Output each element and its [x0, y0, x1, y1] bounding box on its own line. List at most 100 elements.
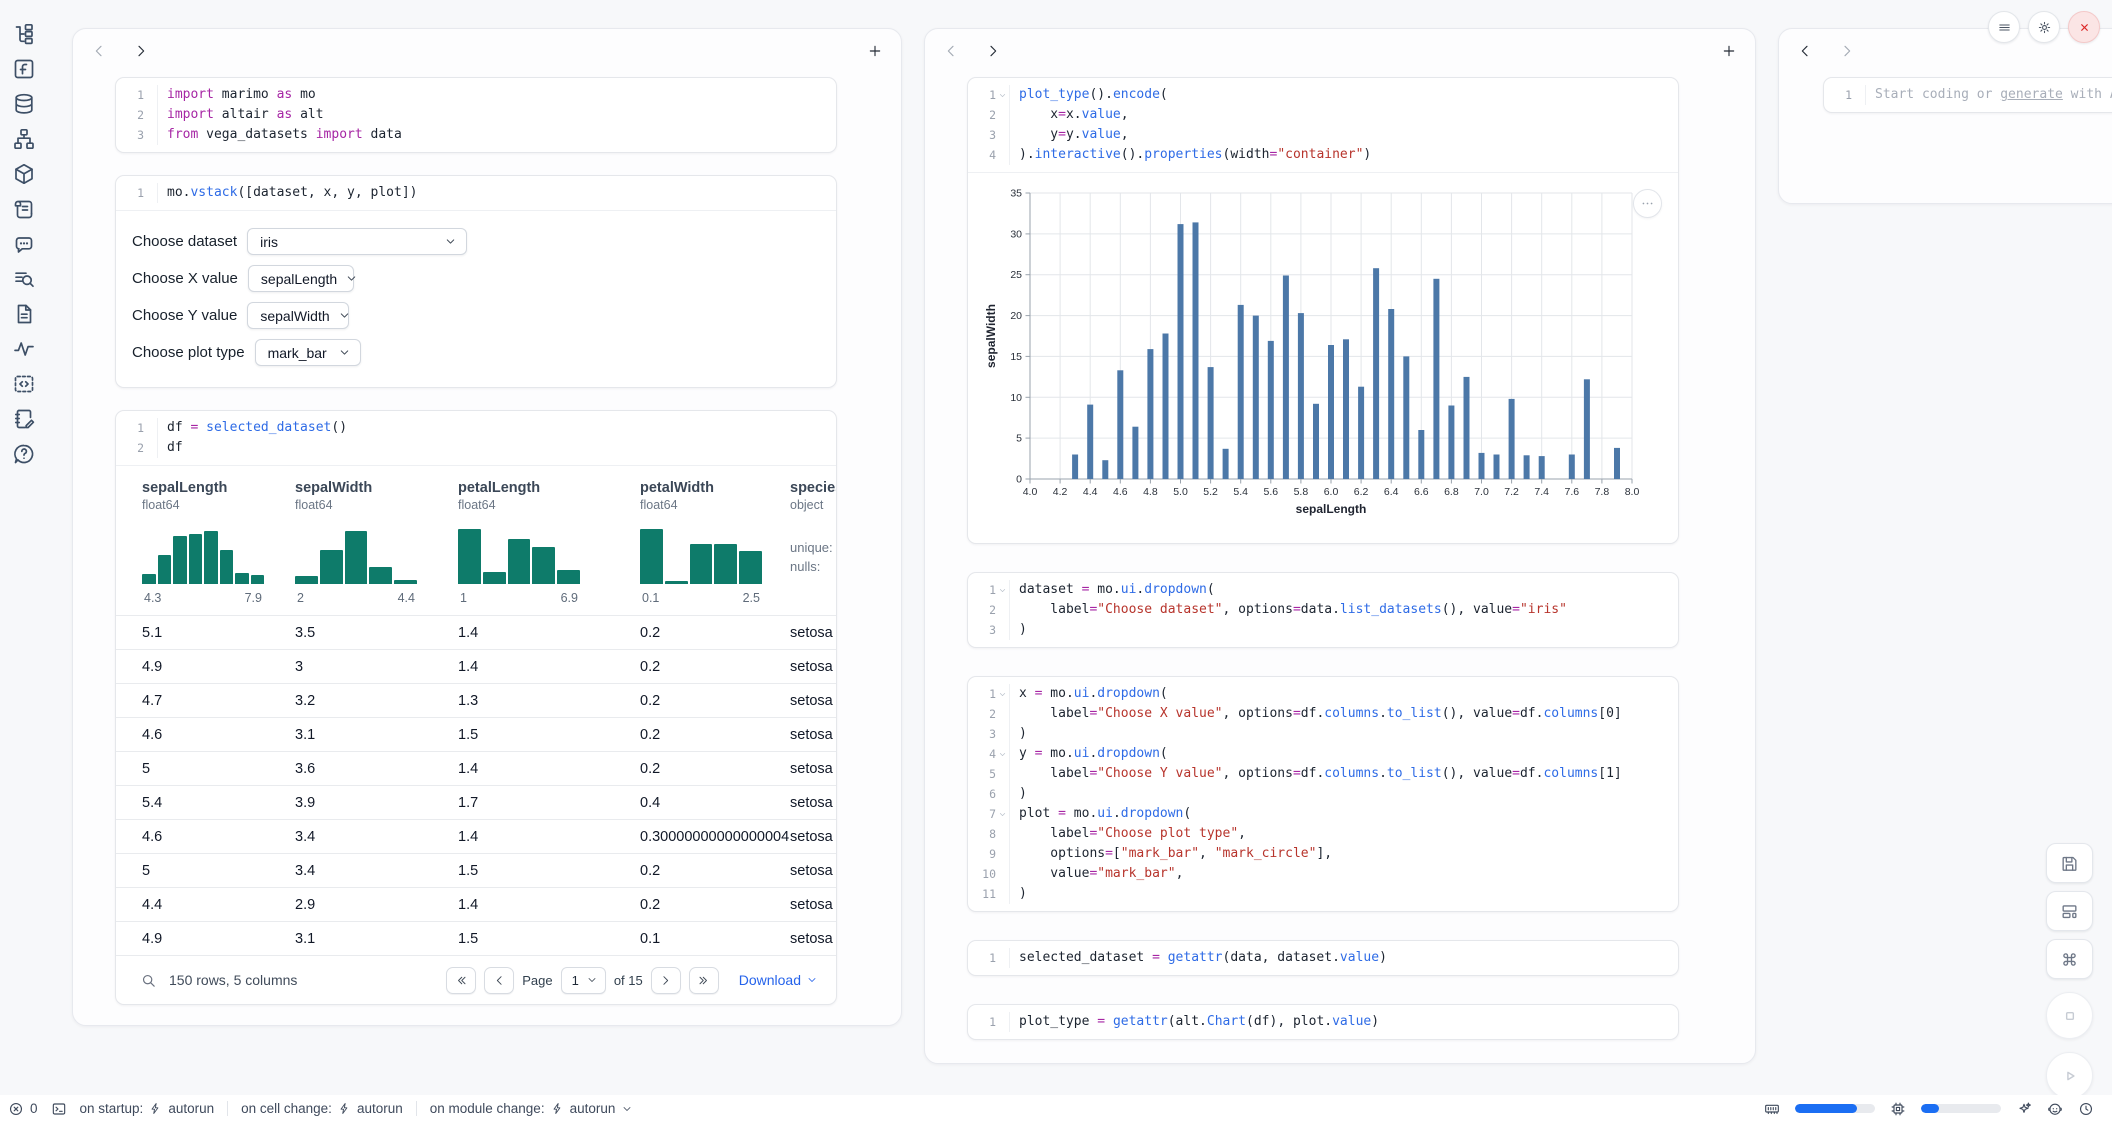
- placeholder-text: Start coding or generate with AI: [1866, 85, 2112, 105]
- line-number-gutter: 1: [116, 85, 158, 105]
- on-module-change-mode[interactable]: on module change: autorun: [430, 1101, 634, 1116]
- table-column-header: sepalWidthfloat6424.4: [295, 466, 458, 615]
- dropdown-select[interactable]: sepalLength: [248, 265, 354, 292]
- last-page-button[interactable]: [689, 967, 719, 994]
- notebook-icon[interactable]: [12, 407, 36, 431]
- code-line: 3): [968, 620, 1678, 640]
- settings-button[interactable]: [2028, 11, 2060, 43]
- column-back-button[interactable]: [943, 43, 959, 59]
- code-editor[interactable]: 1mo.vstack([dataset, x, y, plot]): [116, 176, 836, 210]
- layout-toggle-button[interactable]: [2046, 891, 2093, 931]
- page-label: Page: [522, 973, 552, 988]
- code-text: ): [1010, 724, 1027, 744]
- add-cell-button[interactable]: [1721, 43, 1737, 59]
- code-text: df: [158, 438, 183, 458]
- download-label: Download: [739, 972, 801, 988]
- dropdown-value: sepalLength: [261, 271, 337, 287]
- logs-icon[interactable]: [12, 267, 36, 291]
- dropdown-select[interactable]: iris: [247, 228, 467, 255]
- add-cell-button[interactable]: [867, 43, 883, 59]
- fold-chevron-icon[interactable]: [996, 90, 1009, 100]
- next-page-button[interactable]: [651, 967, 681, 994]
- table-cell: 4.6: [142, 727, 295, 743]
- keyboard-shortcuts-button[interactable]: [2046, 939, 2093, 979]
- save-button[interactable]: [2046, 843, 2093, 883]
- table-column-header: petalLengthfloat6416.9: [458, 466, 640, 615]
- code-text: from vega_datasets import data: [158, 125, 402, 145]
- column-back-button[interactable]: [1797, 43, 1813, 59]
- fold-chevron-icon[interactable]: [996, 585, 1009, 595]
- dependency-graph-icon[interactable]: [12, 127, 36, 151]
- column-back-button[interactable]: [91, 43, 107, 59]
- ai-chat-icon[interactable]: [12, 232, 36, 256]
- ai-assistant-button[interactable]: [2016, 1101, 2032, 1117]
- stop-button[interactable]: [2046, 992, 2093, 1039]
- page-select[interactable]: 1: [561, 967, 606, 994]
- snippets-icon[interactable]: [12, 372, 36, 396]
- table-cell: 1.4: [458, 829, 640, 845]
- packages-icon[interactable]: [12, 162, 36, 186]
- line-number: 2: [989, 704, 996, 724]
- documentation-icon[interactable]: [12, 302, 36, 326]
- bolt-icon: [551, 1102, 564, 1115]
- code-cell: 1plot_type = getattr(alt.Chart(df), plot…: [967, 1004, 1679, 1040]
- on-cell-change-mode[interactable]: on cell change: autorun: [241, 1101, 403, 1116]
- code-line: 3 y=y.value,: [968, 125, 1678, 145]
- previous-page-button[interactable]: [484, 967, 514, 994]
- line-number-gutter: 1: [116, 183, 158, 203]
- code-editor[interactable]: 1dataset = mo.ui.dropdown(2 label="Choos…: [968, 573, 1678, 647]
- close-button[interactable]: [2068, 11, 2100, 43]
- column-forward-button[interactable]: [985, 43, 1001, 59]
- column-forward-button[interactable]: [133, 43, 149, 59]
- run-button[interactable]: [2046, 1052, 2093, 1099]
- mode-value: autorun: [570, 1101, 616, 1116]
- code-line: 7plot = mo.ui.dropdown(: [968, 804, 1678, 824]
- download-button[interactable]: Download: [739, 972, 818, 988]
- terminal-button[interactable]: [51, 1101, 67, 1117]
- range-max: 6.9: [561, 591, 578, 605]
- column-forward-button[interactable]: [1839, 43, 1855, 59]
- data-sources-icon[interactable]: [12, 92, 36, 116]
- svg-text:6.0: 6.0: [1324, 486, 1339, 498]
- bar-chart[interactable]: 4.04.24.44.64.85.05.25.45.65.86.06.26.46…: [982, 185, 1658, 529]
- column-range: 16.9: [458, 591, 580, 615]
- first-page-button[interactable]: [446, 967, 476, 994]
- chart-actions-button[interactable]: [1633, 189, 1662, 218]
- dropdown-select[interactable]: mark_bar: [255, 339, 361, 366]
- fold-chevron-icon[interactable]: [996, 689, 1009, 699]
- variables-icon[interactable]: [12, 57, 36, 81]
- fold-chevron-icon[interactable]: [996, 749, 1009, 759]
- code-editor[interactable]: 1x = mo.ui.dropdown(2 label="Choose X va…: [968, 677, 1678, 911]
- code-line: 2df: [116, 438, 836, 458]
- dropdown-select[interactable]: sepalWidth: [247, 302, 349, 329]
- code-editor[interactable]: 1df = selected_dataset()2df: [116, 411, 836, 465]
- chatbot-button[interactable]: [2047, 1101, 2063, 1117]
- column-name: species: [790, 480, 836, 496]
- code-editor[interactable]: 1plot_type().encode(2 x=x.value,3 y=y.va…: [968, 78, 1678, 172]
- code-editor[interactable]: 1plot_type = getattr(alt.Chart(df), plot…: [968, 1005, 1678, 1039]
- table-cell: 5: [142, 761, 295, 777]
- code-text: y=y.value,: [1010, 125, 1129, 145]
- code-editor[interactable]: 1import marimo as mo2import altair as al…: [116, 78, 836, 152]
- on-startup-mode[interactable]: on startup: autorun: [80, 1101, 215, 1116]
- column-type: float64: [142, 498, 295, 512]
- menu-button[interactable]: [1988, 11, 2020, 43]
- code-editor[interactable]: 1Start coding or generate with AI: [1824, 78, 2112, 112]
- code-editor[interactable]: 1selected_dataset = getattr(data, datase…: [968, 941, 1678, 975]
- notebook-column-1: 1import marimo as mo2import altair as al…: [72, 28, 902, 1026]
- help-icon[interactable]: [12, 442, 36, 466]
- error-icon: [8, 1101, 24, 1117]
- errors-indicator[interactable]: 0: [8, 1101, 38, 1117]
- tracing-icon[interactable]: [12, 337, 36, 361]
- line-number: 11: [982, 884, 996, 904]
- code-line: 2 x=x.value,: [968, 105, 1678, 125]
- svg-text:4.4: 4.4: [1083, 486, 1098, 498]
- scratchpad-icon[interactable]: [12, 197, 36, 221]
- line-number: 3: [989, 724, 996, 744]
- mode-label: on startup:: [80, 1101, 144, 1116]
- fold-chevron-icon[interactable]: [996, 809, 1009, 819]
- runtime-status-button[interactable]: [2078, 1101, 2094, 1117]
- search-icon[interactable]: [140, 972, 157, 989]
- marimo-app: 1import marimo as mo2import altair as al…: [0, 0, 2112, 1122]
- file-explorer-icon[interactable]: [12, 22, 36, 46]
